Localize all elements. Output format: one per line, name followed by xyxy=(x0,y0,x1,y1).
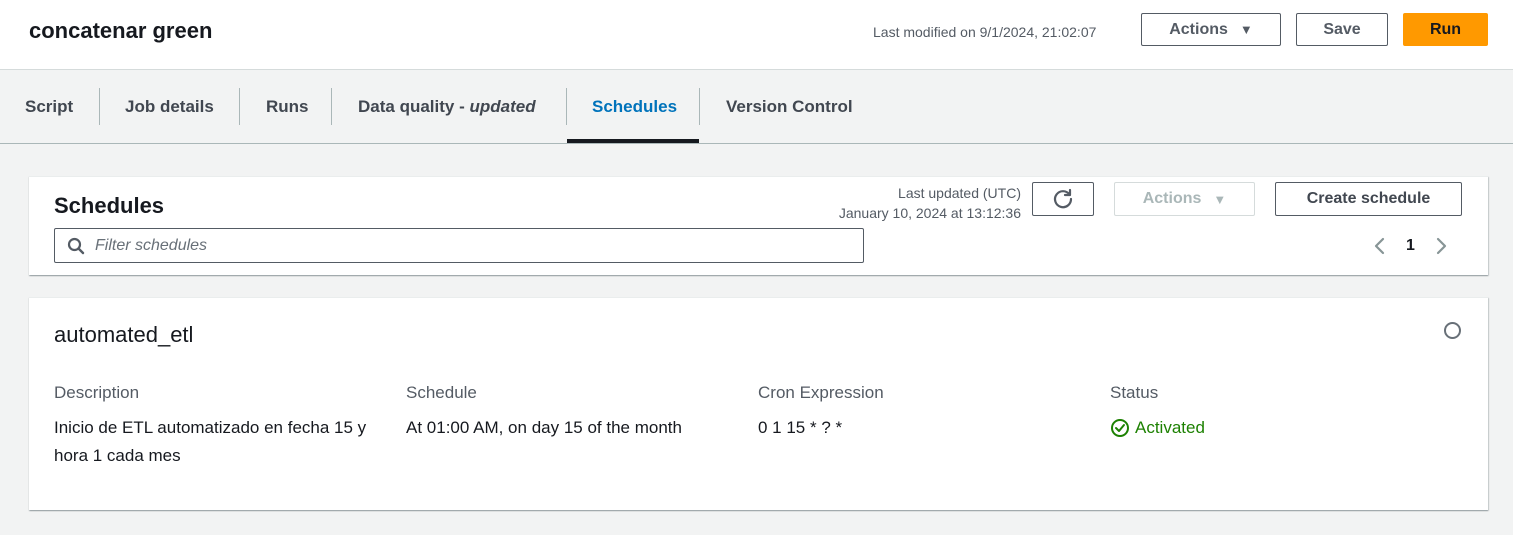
last-updated-label: Last updated (UTC) xyxy=(898,185,1021,201)
caret-down-icon: ▼ xyxy=(1213,191,1227,207)
chevron-left-icon[interactable] xyxy=(1372,234,1388,258)
status-indicator: Activated xyxy=(1110,414,1450,442)
run-button[interactable]: Run xyxy=(1403,13,1488,46)
refresh-button[interactable] xyxy=(1032,182,1094,216)
schedule-actions-button[interactable]: Actions ▼ xyxy=(1114,182,1255,216)
last-modified-text: Last modified on 9/1/2024, 21:02:07 xyxy=(873,24,1097,40)
tab-data-quality-updated: updated xyxy=(469,96,536,116)
tab-divider xyxy=(566,88,567,125)
status-label: Status xyxy=(1110,383,1159,402)
tab-runs[interactable]: Runs xyxy=(266,70,309,143)
filter-schedules-input[interactable] xyxy=(95,236,863,255)
last-updated-info: Last updated (UTC) January 10, 2024 at 1… xyxy=(839,183,1021,223)
job-title: concatenar green xyxy=(29,18,213,43)
pagination: 1 xyxy=(1372,232,1449,260)
caret-down-icon: ▼ xyxy=(1239,22,1253,37)
search-icon xyxy=(67,237,85,254)
description-value: Inicio de ETL automatizado en fecha 15 y… xyxy=(54,418,367,465)
status-value: Activated xyxy=(1135,418,1205,437)
check-circle-icon xyxy=(1111,419,1129,437)
tab-bar: Script Job details Runs Data quality - u… xyxy=(0,70,1513,144)
create-schedule-button[interactable]: Create schedule xyxy=(1275,182,1462,216)
schedule-name: automated_etl xyxy=(54,322,194,347)
description-field: Description Inicio de ETL automatizado e… xyxy=(54,382,394,470)
tab-script[interactable]: Script xyxy=(25,70,73,143)
save-button[interactable]: Save xyxy=(1296,13,1388,46)
tab-divider xyxy=(331,88,332,125)
actions-dropdown-button[interactable]: Actions ▼ xyxy=(1141,13,1281,46)
chevron-right-icon[interactable] xyxy=(1433,234,1449,258)
active-tab-indicator xyxy=(567,139,699,143)
schedule-actions-label: Actions xyxy=(1142,190,1202,207)
tab-divider xyxy=(99,88,100,125)
cron-field: Cron Expression 0 1 15 * ? * xyxy=(758,382,1098,442)
actions-label: Actions xyxy=(1169,20,1228,38)
page-number[interactable]: 1 xyxy=(1406,237,1415,255)
cron-label: Cron Expression xyxy=(758,383,884,402)
filter-schedules-field[interactable] xyxy=(54,228,864,263)
last-updated-value: January 10, 2024 at 13:12:36 xyxy=(838,205,1021,221)
tab-job-details[interactable]: Job details xyxy=(125,70,214,143)
schedules-title: Schedules xyxy=(54,193,165,218)
tab-divider xyxy=(239,88,240,125)
job-header: concatenar green Last modified on 9/1/20… xyxy=(0,0,1513,70)
cron-value: 0 1 15 * ? * xyxy=(758,418,843,437)
schedule-value: At 01:00 AM, on day 15 of the month xyxy=(406,418,682,437)
tab-schedules[interactable]: Schedules xyxy=(592,70,677,143)
tab-divider xyxy=(699,88,700,125)
status-field: Status Activated xyxy=(1110,382,1450,442)
schedule-field: Schedule At 01:00 AM, on day 15 of the m… xyxy=(406,382,746,442)
tab-version-control[interactable]: Version Control xyxy=(726,70,853,143)
schedule-select-radio[interactable] xyxy=(1444,322,1461,339)
tab-data-quality-label: Data quality - xyxy=(358,96,470,116)
tab-data-quality[interactable]: Data quality - updated xyxy=(358,70,536,143)
schedule-label: Schedule xyxy=(406,383,477,402)
schedules-panel-header: Schedules Last updated (UTC) January 10,… xyxy=(29,176,1488,275)
refresh-icon xyxy=(1053,188,1073,209)
description-label: Description xyxy=(54,383,140,402)
schedule-card[interactable]: automated_etl Description Inicio de ETL … xyxy=(29,297,1488,510)
